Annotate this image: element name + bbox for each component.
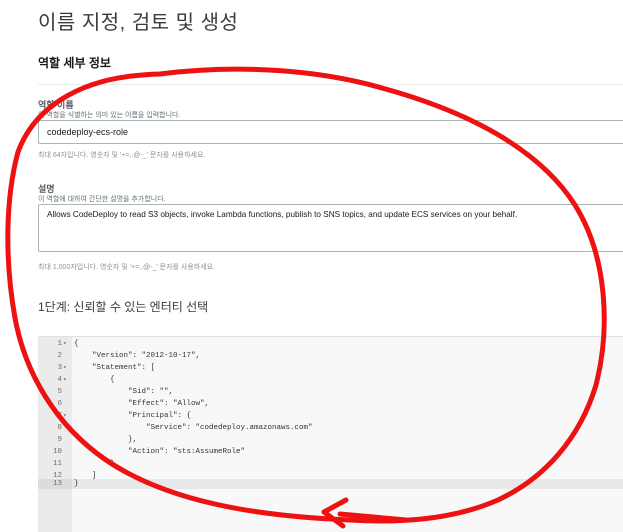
code-text: } (74, 460, 115, 468)
code-text: "Version": "2012-10-17", (74, 352, 201, 360)
line-number: 2 (57, 352, 62, 360)
line-number: 3 (57, 364, 62, 372)
code-text: } (74, 480, 79, 488)
code-line: 11 } (38, 459, 623, 469)
code-text: "Sid": "", (74, 388, 174, 396)
code-text: "Statement": [ (74, 364, 156, 372)
code-line: 2 "Version": "2012-10-17", (38, 351, 623, 361)
code-text: "Principal": { (74, 412, 192, 420)
code-text: "Service": "codedeploy.amazonaws.com" (74, 424, 313, 432)
code-line: 7 ▾ "Principal": { (38, 411, 623, 421)
fold-toggle-icon[interactable]: ▾ (63, 411, 71, 421)
line-number: 13 (52, 480, 62, 488)
code-line: 9 }, (38, 435, 623, 445)
policy-editor[interactable]: 1 ▾{2 "Version": "2012-10-17", 3 ▾ "Stateme… (38, 336, 623, 532)
line-number: 5 (57, 388, 62, 396)
description-description: 이 역할에 대하여 간단한 설명을 추가합니다. (38, 196, 166, 203)
code-line: 5 "Sid": "", (38, 387, 623, 397)
line-number: 7 (57, 412, 62, 420)
code-text: { (74, 376, 115, 384)
code-text: { (74, 340, 79, 348)
code-line: 13} (38, 479, 623, 489)
line-number: 9 (57, 436, 62, 444)
code-line: 4 ▾ { (38, 375, 623, 385)
code-line: 10 "Action": "sts:AssumeRole" (38, 447, 623, 457)
line-number: 10 (52, 448, 62, 456)
code-line: 3 ▾ "Statement": [ (38, 363, 623, 373)
code-line: 1 ▾{ (38, 339, 623, 349)
fold-toggle-icon[interactable]: ▾ (63, 375, 71, 385)
role-name-description: 이 역할을 식별하는 의미 있는 이름을 입력합니다. (38, 112, 181, 119)
line-number: 11 (52, 460, 62, 468)
line-number: 4 (57, 376, 62, 384)
line-number: 8 (57, 424, 62, 432)
section-title: 역할 세부 정보 (38, 56, 111, 70)
fold-toggle-icon[interactable]: ▾ (63, 339, 71, 349)
code-line: 6 "Effect": "Allow", (38, 399, 623, 409)
line-number: 1 (57, 340, 62, 348)
section-divider (38, 84, 623, 85)
code-line: 8 "Service": "codedeploy.amazonaws.com" (38, 423, 623, 433)
description-hint: 최대 1,000자입니다. 영숫자 및 '+=,.@-_' 문자를 사용하세요. (38, 264, 216, 271)
role-name-hint: 최대 64자입니다. 영숫자 및 '+=,.@-_' 문자를 사용하세요. (38, 152, 206, 159)
code-text: "Action": "sts:AssumeRole" (74, 448, 246, 456)
code-text: }, (74, 436, 138, 444)
code-text: "Effect": "Allow", (74, 400, 210, 408)
page-title: 이름 지정, 검토 및 생성 (38, 12, 239, 34)
line-number: 6 (57, 400, 62, 408)
role-name-input[interactable]: codedeploy-ecs-role (38, 120, 623, 144)
step1-title: 1단계: 신뢰할 수 있는 엔터티 선택 (38, 300, 209, 314)
description-textarea[interactable]: Allows CodeDeploy to read S3 objects, in… (38, 204, 623, 252)
fold-toggle-icon[interactable]: ▾ (63, 363, 71, 373)
